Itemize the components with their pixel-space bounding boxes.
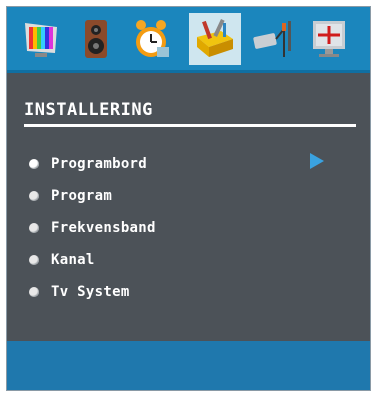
sound-icon[interactable] [70, 13, 122, 65]
pc-position-icon[interactable] [303, 13, 355, 65]
submenu-arrow-icon[interactable] [310, 153, 324, 169]
bullet-icon [29, 255, 39, 265]
bullet-icon [29, 191, 39, 201]
bullet-icon [29, 223, 39, 233]
menu-item-programbord[interactable]: Programbord [29, 153, 329, 175]
menu-item-label: Programbord [51, 156, 148, 172]
menu-item-tv-system[interactable]: Tv System [29, 281, 329, 303]
bullet-icon [29, 287, 39, 297]
bullet-icon [29, 159, 39, 169]
menu-item-label: Frekvensband [51, 220, 156, 236]
menu-item-frekvensband[interactable]: Frekvensband [29, 217, 329, 239]
menu-item-label: Kanal [51, 252, 95, 268]
installation-menu-panel: INSTALLERING Programbord Program Frekven… [7, 73, 370, 341]
title-divider [24, 124, 356, 127]
menu-item-label: Tv System [51, 284, 130, 300]
category-icon-bar [7, 7, 370, 73]
menu-title: INSTALLERING [24, 100, 153, 120]
picture-icon[interactable] [15, 13, 67, 65]
tv-menu-window: INSTALLERING Programbord Program Frekven… [6, 6, 371, 391]
source-icon[interactable] [246, 13, 298, 65]
menu-item-program[interactable]: Program [29, 185, 329, 207]
info-footer-bar [7, 341, 370, 390]
menu-item-kanal[interactable]: Kanal [29, 249, 329, 271]
timer-icon[interactable] [125, 13, 177, 65]
menu-item-label: Program [51, 188, 113, 204]
installation-icon[interactable] [189, 13, 241, 65]
